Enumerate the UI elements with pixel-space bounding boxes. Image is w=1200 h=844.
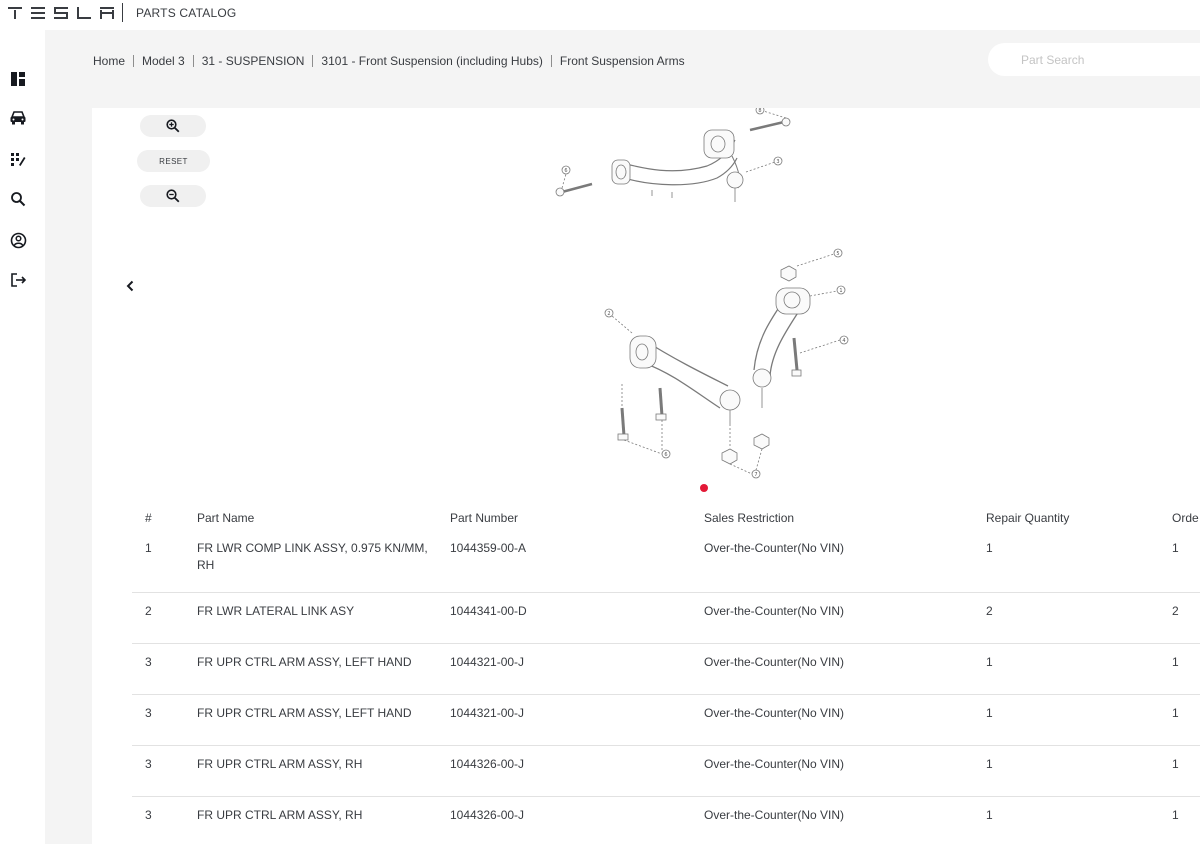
row-part-number: 1044326-00-J xyxy=(450,757,525,771)
logout-icon[interactable] xyxy=(7,269,29,291)
table-row[interactable]: 3 FR UPR CTRL ARM ASSY, RH 1044326-00-J … xyxy=(132,797,1200,844)
search-icon[interactable] xyxy=(7,188,29,210)
breadcrumb-current: Front Suspension Arms xyxy=(559,54,685,68)
row-sales-restriction: Over-the-Counter(No VIN) xyxy=(704,604,845,618)
breadcrumb-separator xyxy=(312,55,314,67)
row-order-quantity: 1 xyxy=(1172,808,1179,822)
row-repair-quantity: 1 xyxy=(986,808,993,822)
vehicle-icon[interactable] xyxy=(7,107,29,129)
tesla-logo[interactable] xyxy=(8,7,114,21)
breadcrumb-separator xyxy=(550,55,552,67)
breadcrumb-separator xyxy=(133,55,135,67)
callout-label: 5 xyxy=(836,251,839,257)
catalog-grid-icon[interactable] xyxy=(7,148,29,170)
row-repair-quantity: 1 xyxy=(986,655,993,669)
table-row[interactable]: 3 FR UPR CTRL ARM ASSY, RH 1044326-00-J … xyxy=(132,746,1200,797)
row-order-quantity: 1 xyxy=(1172,541,1179,555)
row-number: 3 xyxy=(145,757,152,771)
breadcrumb-model[interactable]: Model 3 xyxy=(142,54,185,68)
table-row[interactable]: 3 FR UPR CTRL ARM ASSY, LEFT HAND 104432… xyxy=(132,695,1200,746)
row-part-number: 1044341-00-D xyxy=(450,604,527,618)
diagram-page-indicator[interactable] xyxy=(700,484,708,492)
zoom-out-icon xyxy=(166,189,180,203)
logo-letter-e xyxy=(31,7,45,19)
table-header: # Part Name Part Number Sales Restrictio… xyxy=(132,504,1200,534)
parts-table: # Part Name Part Number Sales Restrictio… xyxy=(132,504,1200,844)
dashboard-icon[interactable] xyxy=(7,68,29,90)
logo-letter-l xyxy=(77,7,91,19)
column-header-number: # xyxy=(145,511,152,525)
row-repair-quantity: 1 xyxy=(986,541,993,555)
row-sales-restriction: Over-the-Counter(No VIN) xyxy=(704,541,845,555)
chevron-left-icon xyxy=(126,280,134,292)
row-order-quantity: 1 xyxy=(1172,757,1179,771)
row-repair-quantity: 2 xyxy=(986,604,993,618)
previous-diagram-button[interactable] xyxy=(122,278,138,294)
account-icon[interactable] xyxy=(7,229,29,251)
row-part-name: FR LWR COMP LINK ASSY, 0.975 KN/MM, RH xyxy=(197,541,428,572)
zoom-in-icon xyxy=(166,119,180,133)
row-number: 3 xyxy=(145,655,152,669)
column-header-part-name: Part Name xyxy=(197,511,255,525)
row-number: 3 xyxy=(145,808,152,822)
row-part-number: 1044321-00-J xyxy=(450,706,525,720)
callout-label: 4 xyxy=(842,338,845,344)
breadcrumb-separator xyxy=(192,55,194,67)
callout-label: 6 xyxy=(564,168,567,174)
row-number: 1 xyxy=(145,541,152,555)
row-number: 2 xyxy=(145,604,152,618)
row-part-number: 1044359-00-A xyxy=(450,541,527,555)
row-part-name: FR UPR CTRL ARM ASSY, LEFT HAND xyxy=(197,655,412,669)
row-order-quantity: 2 xyxy=(1172,604,1179,618)
row-part-number: 1044321-00-J xyxy=(450,655,525,669)
zoom-out-button[interactable] xyxy=(140,185,206,207)
row-part-name: FR UPR CTRL ARM ASSY, RH xyxy=(197,757,363,771)
row-sales-restriction: Over-the-Counter(No VIN) xyxy=(704,706,845,720)
row-order-quantity: 1 xyxy=(1172,655,1179,669)
parts-diagram[interactable]: 8 3 6 5 1 2 4 6 7 xyxy=(532,108,892,483)
callout-label: 7 xyxy=(754,472,757,478)
row-repair-quantity: 1 xyxy=(986,706,993,720)
sidebar xyxy=(0,30,45,844)
table-row[interactable]: 3 FR UPR CTRL ARM ASSY, LEFT HAND 104432… xyxy=(132,644,1200,695)
row-repair-quantity: 1 xyxy=(986,757,993,771)
row-number: 3 xyxy=(145,706,152,720)
row-sales-restriction: Over-the-Counter(No VIN) xyxy=(704,808,845,822)
column-header-sales-restriction: Sales Restriction xyxy=(704,511,795,525)
logo-letter-s xyxy=(54,7,68,19)
callout-label: 6 xyxy=(664,452,667,458)
callout-label: 3 xyxy=(776,159,779,165)
column-header-part-number: Part Number xyxy=(450,511,519,525)
row-part-name: FR UPR CTRL ARM ASSY, LEFT HAND xyxy=(197,706,412,720)
app-title: PARTS CATALOG xyxy=(136,6,237,20)
column-header-order-quantity: Orde xyxy=(1172,511,1199,525)
callout-label: 2 xyxy=(607,311,610,317)
row-order-quantity: 1 xyxy=(1172,706,1179,720)
top-bar: PARTS CATALOG xyxy=(0,0,1200,30)
breadcrumb-home[interactable]: Home xyxy=(93,54,125,68)
row-part-name: FR UPR CTRL ARM ASSY, RH xyxy=(197,808,363,822)
breadcrumb-system[interactable]: 31 - SUSPENSION xyxy=(202,54,305,68)
row-sales-restriction: Over-the-Counter(No VIN) xyxy=(704,757,845,771)
reset-button[interactable]: RESET xyxy=(137,150,210,172)
table-row[interactable]: 1 FR LWR COMP LINK ASSY, 0.975 KN/MM, RH… xyxy=(132,534,1200,593)
breadcrumb: Home Model 3 31 - SUSPENSION 3101 - Fron… xyxy=(93,54,685,68)
table-row[interactable]: 2 FR LWR LATERAL LINK ASY 1044341-00-D O… xyxy=(132,593,1200,644)
part-search-box xyxy=(988,43,1200,76)
column-header-repair-quantity: Repair Quantity xyxy=(986,511,1070,525)
header-divider xyxy=(122,3,123,22)
row-part-name: FR LWR LATERAL LINK ASY xyxy=(197,604,355,618)
logo-letter-t xyxy=(8,7,22,19)
parts-card: RESET 8 3 6 5 1 2 4 6 7 # Part Name Part… xyxy=(92,108,1200,844)
callout-label: 8 xyxy=(758,108,761,114)
logo-letter-a xyxy=(100,7,114,19)
part-search-input[interactable] xyxy=(988,43,1200,76)
zoom-in-button[interactable] xyxy=(140,115,206,137)
breadcrumb-subsystem[interactable]: 3101 - Front Suspension (including Hubs) xyxy=(321,54,542,68)
row-part-number: 1044326-00-J xyxy=(450,808,525,822)
row-sales-restriction: Over-the-Counter(No VIN) xyxy=(704,655,845,669)
callout-label: 1 xyxy=(839,288,842,294)
